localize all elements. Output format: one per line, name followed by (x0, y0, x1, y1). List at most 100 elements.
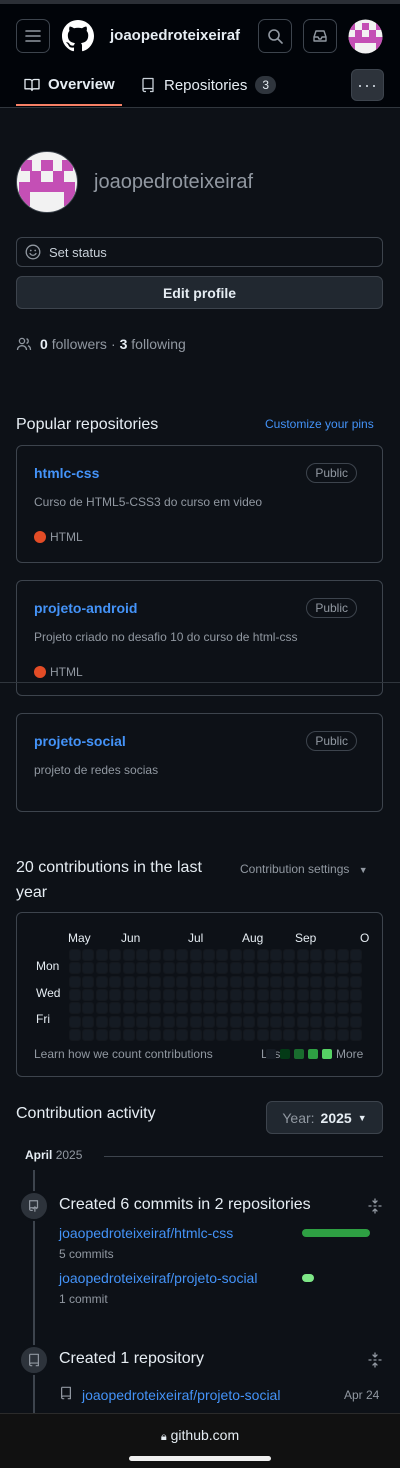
contribution-cell[interactable] (230, 963, 241, 974)
contribution-cell[interactable] (137, 1016, 147, 1027)
contribution-cell[interactable] (204, 1003, 214, 1014)
header-username[interactable]: joaopedroteixeiraf (110, 27, 240, 44)
contribution-cell[interactable] (297, 1029, 308, 1040)
contribution-cell[interactable] (217, 1029, 228, 1040)
contribution-cell[interactable] (123, 989, 134, 1000)
contribution-cell[interactable] (150, 976, 161, 987)
contribution-cell[interactable] (351, 976, 362, 987)
contribution-cell[interactable] (257, 1029, 268, 1040)
contribution-cell[interactable] (271, 1003, 281, 1014)
contribution-cell[interactable] (204, 963, 214, 974)
contribution-cell[interactable] (297, 976, 308, 987)
contribution-cell[interactable] (190, 1029, 201, 1040)
avatar[interactable] (16, 151, 78, 218)
contribution-cell[interactable] (297, 989, 308, 1000)
contribution-cell[interactable] (311, 1029, 322, 1040)
contribution-cell[interactable] (351, 1029, 362, 1040)
contribution-cell[interactable] (137, 976, 147, 987)
contribution-cell[interactable] (83, 1016, 94, 1027)
contribution-cell[interactable] (83, 963, 94, 974)
inbox-button[interactable] (303, 19, 337, 53)
contribution-cell[interactable] (96, 963, 107, 974)
contribution-cell[interactable] (204, 1029, 214, 1040)
contribution-cell[interactable] (177, 963, 188, 974)
created-repo-link[interactable]: joaopedroteixeiraf/projeto-social (82, 1384, 282, 1406)
contribution-cell[interactable] (163, 1016, 174, 1027)
commit-repo-link[interactable]: joaopedroteixeiraf/htmlc-css (59, 1225, 233, 1241)
contribution-cell[interactable] (324, 1003, 335, 1014)
contribution-cell[interactable] (338, 1029, 348, 1040)
contribution-cell[interactable] (70, 950, 80, 960)
contribution-cell[interactable] (244, 963, 255, 974)
contribution-cell[interactable] (204, 1016, 214, 1027)
contribution-cell[interactable] (230, 976, 241, 987)
contribution-cell[interactable] (311, 1016, 322, 1027)
contribution-cell[interactable] (83, 1003, 94, 1014)
contribution-cell[interactable] (137, 1003, 147, 1014)
contribution-cell[interactable] (96, 976, 107, 987)
contribution-cell[interactable] (150, 950, 161, 960)
contribution-cell[interactable] (297, 1016, 308, 1027)
contribution-cell[interactable] (217, 963, 228, 974)
contribution-cell[interactable] (230, 1029, 241, 1040)
contribution-cell[interactable] (284, 963, 295, 974)
contribution-cell[interactable] (150, 1016, 161, 1027)
contribution-cell[interactable] (163, 989, 174, 1000)
contribution-cell[interactable] (217, 976, 228, 987)
address-bar[interactable]: 🔒︎ github.com (0, 1427, 400, 1444)
edit-profile-button[interactable]: Edit profile (16, 276, 383, 309)
contribution-cell[interactable] (177, 950, 188, 960)
fold-icon[interactable] (367, 1352, 383, 1373)
contribution-cell[interactable] (204, 976, 214, 987)
contribution-cell[interactable] (96, 1016, 107, 1027)
contribution-settings-dropdown[interactable]: Contribution settings ▼ (240, 862, 368, 876)
contribution-cell[interactable] (163, 963, 174, 974)
contribution-cell[interactable] (324, 1029, 335, 1040)
menu-button[interactable] (16, 19, 50, 53)
contribution-cell[interactable] (230, 1016, 241, 1027)
contribution-cell[interactable] (244, 976, 255, 987)
contribution-cell[interactable] (244, 1003, 255, 1014)
more-options-button[interactable]: ··· (351, 69, 384, 101)
contribution-cell[interactable] (190, 950, 201, 960)
contribution-cell[interactable] (257, 963, 268, 974)
contribution-cell[interactable] (150, 1003, 161, 1014)
contribution-cell[interactable] (204, 950, 214, 960)
contribution-cell[interactable] (190, 976, 201, 987)
contribution-cell[interactable] (230, 950, 241, 960)
contribution-cell[interactable] (123, 1003, 134, 1014)
contribution-cell[interactable] (244, 989, 255, 1000)
followers-link[interactable]: 0 followers (40, 336, 107, 352)
search-button[interactable] (258, 19, 292, 53)
contribution-cell[interactable] (177, 1029, 188, 1040)
contribution-cell[interactable] (163, 976, 174, 987)
contribution-cell[interactable] (284, 1003, 295, 1014)
contribution-cell[interactable] (217, 1016, 228, 1027)
contribution-cell[interactable] (110, 963, 121, 974)
contribution-cell[interactable] (110, 989, 121, 1000)
contribution-cell[interactable] (137, 963, 147, 974)
contribution-cell[interactable] (177, 1016, 188, 1027)
contribution-cell[interactable] (204, 989, 214, 1000)
contribution-cell[interactable] (324, 963, 335, 974)
contribution-cell[interactable] (324, 989, 335, 1000)
contribution-cell[interactable] (311, 963, 322, 974)
contribution-cell[interactable] (351, 950, 362, 960)
contribution-cell[interactable] (110, 1029, 121, 1040)
contribution-cell[interactable] (284, 976, 295, 987)
contribution-cell[interactable] (311, 950, 322, 960)
contribution-cell[interactable] (271, 950, 281, 960)
contribution-cell[interactable] (217, 989, 228, 1000)
contribution-cell[interactable] (163, 1003, 174, 1014)
following-link[interactable]: 3 following (120, 336, 186, 352)
tab-repositories[interactable]: Repositories 3 (140, 76, 277, 94)
contribution-cell[interactable] (96, 1003, 107, 1014)
fold-icon[interactable] (367, 1198, 383, 1219)
contribution-cell[interactable] (230, 1003, 241, 1014)
contribution-cell[interactable] (297, 950, 308, 960)
contribution-cell[interactable] (150, 963, 161, 974)
year-select-button[interactable]: Year: 2025 ▼ (266, 1101, 383, 1134)
contribution-cell[interactable] (297, 1003, 308, 1014)
contribution-cell[interactable] (177, 1003, 188, 1014)
contribution-cell[interactable] (123, 1016, 134, 1027)
